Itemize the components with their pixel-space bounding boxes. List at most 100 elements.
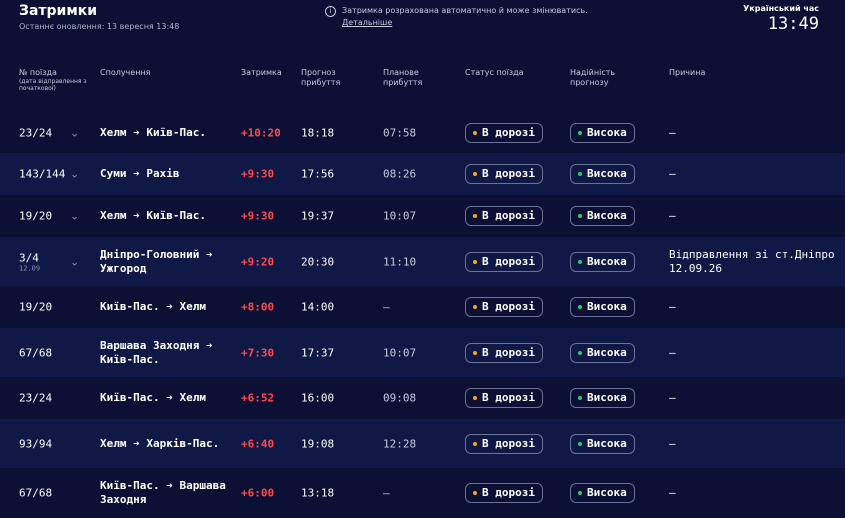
chevron-down-icon[interactable]: ⌄ xyxy=(70,126,79,139)
reliability-dot-icon xyxy=(578,441,582,446)
delay-reason: — xyxy=(669,300,676,313)
train-number: 19/20 xyxy=(19,209,53,223)
delay-value: +6:00 xyxy=(241,486,275,500)
reliability-dot-icon xyxy=(578,396,582,400)
status-dot-icon xyxy=(473,130,477,135)
delay-reason: — xyxy=(669,391,676,404)
reliability-badge: Висока xyxy=(570,206,635,226)
planned-arrival: 11:10 xyxy=(383,255,417,268)
status-badge: В дорозі xyxy=(465,342,543,363)
chevron-down-icon[interactable]: ⌄ xyxy=(70,168,79,181)
table-row[interactable]: 67/68 Варшава Заходня ➔ Київ-Пас. +7:30 17:… xyxy=(0,328,845,377)
delay-reason: — xyxy=(669,436,676,450)
delay-value: +9:20 xyxy=(241,255,275,268)
page-title: Затримки xyxy=(19,3,98,19)
status-badge: В дорозі xyxy=(465,164,543,184)
status-dot-icon xyxy=(473,305,477,309)
planned-arrival: 10:07 xyxy=(383,346,417,359)
details-link[interactable]: Детальніше xyxy=(342,18,588,27)
chevron-down-icon[interactable]: ⌄ xyxy=(70,210,79,223)
col-reason: Причина xyxy=(669,68,706,77)
notice-text: Затримка розрахована автоматично й може … xyxy=(342,6,588,15)
status-dot-icon xyxy=(473,172,477,176)
col-train-note: (дата відправлення з початкової) xyxy=(19,78,87,92)
delay-value: +6:40 xyxy=(241,437,275,450)
chevron-down-icon[interactable]: ⌄ xyxy=(70,255,79,268)
reliability-badge: Висока xyxy=(570,297,635,317)
planned-arrival: 10:07 xyxy=(383,209,417,223)
train-number: 19/20 xyxy=(19,300,53,314)
reliability-dot-icon xyxy=(578,172,582,176)
forecast-arrival: 17:56 xyxy=(301,167,335,181)
col-reliability: Надійність прогнозу xyxy=(570,68,616,87)
train-number: 67/68 xyxy=(19,486,53,500)
clock-time: 13:49 xyxy=(767,14,819,34)
table-row[interactable]: 143/144 ⌄ Суми ➔ Рахів +9:30 17:56 08:26 В дор… xyxy=(0,153,845,195)
reliability-dot-icon xyxy=(578,491,582,495)
forecast-arrival: 14:00 xyxy=(301,300,335,314)
planned-arrival: — xyxy=(383,486,390,500)
forecast-arrival: 19:37 xyxy=(301,209,335,223)
delay-reason: — xyxy=(669,125,676,139)
table-row[interactable]: 23/24 Київ-Пас. ➔ Хелм +6:52 16:00 09:08 В до… xyxy=(0,377,845,419)
forecast-arrival: 17:37 xyxy=(301,346,335,359)
status-dot-icon xyxy=(473,214,477,218)
status-badge: В дорозі xyxy=(465,297,543,317)
reliability-badge: Висока xyxy=(570,483,635,503)
forecast-arrival: 16:00 xyxy=(301,391,335,405)
delay-reason: — xyxy=(669,345,676,359)
col-train: № поїзда (дата відправлення з початкової… xyxy=(19,68,89,92)
status-dot-icon xyxy=(473,491,477,495)
status-dot-icon xyxy=(473,350,477,355)
clock-label: Український час xyxy=(743,4,819,13)
reliability-badge: Висока xyxy=(570,388,635,408)
table-row[interactable]: 19/20 ⌄ Хелм ➔ Київ-Пас. +9:30 19:37 10:07 В д… xyxy=(0,195,845,237)
status-dot-icon xyxy=(473,259,477,264)
delay-value: +7:30 xyxy=(241,346,275,359)
route: Хелм ➔ Київ-Пас. xyxy=(100,125,206,139)
col-planned: Планове прибуття xyxy=(383,68,423,87)
reliability-badge: Висока xyxy=(570,164,635,184)
status-badge: В дорозі xyxy=(465,388,543,408)
train-number: 143/144 xyxy=(19,167,66,181)
delay-reason: Відправлення зі ст.Дніпро 12.09.26 xyxy=(669,247,835,275)
planned-arrival: 09:08 xyxy=(383,391,417,405)
forecast-arrival: 20:30 xyxy=(301,255,335,268)
reliability-dot-icon xyxy=(578,214,582,218)
table-row[interactable]: 93/94 Хелм ➔ Харків-Пас. +6:40 19:08 12:28 В … xyxy=(0,419,845,468)
route: Хелм ➔ Харків-Пас. xyxy=(100,436,220,450)
departure-date: 12.09 xyxy=(19,264,41,272)
reliability-badge: Висока xyxy=(570,433,635,454)
status-dot-icon xyxy=(473,441,477,446)
col-delay: Затримка xyxy=(241,68,282,77)
train-number: 93/94 xyxy=(19,437,53,450)
route: Дніпро-Головний ➔ Ужгород xyxy=(100,247,213,275)
route: Хелм ➔ Київ-Пас. xyxy=(100,209,206,222)
reliability-dot-icon xyxy=(578,130,582,135)
route: Варшава Заходня ➔ Київ-Пас. xyxy=(100,338,213,366)
table-row[interactable]: 23/24 ⌄ Хелм ➔ Київ-Пас. +10:20 18:18 07:58 В … xyxy=(0,112,845,153)
planned-arrival: 12:28 xyxy=(383,437,417,450)
delay-reason: — xyxy=(669,167,676,180)
status-dot-icon xyxy=(473,396,477,400)
info-icon: i xyxy=(325,6,336,17)
reliability-badge: Висока xyxy=(570,251,635,272)
reliability-dot-icon xyxy=(578,350,582,355)
reliability-dot-icon xyxy=(578,259,582,264)
delay-reason: — xyxy=(669,486,676,499)
train-number: 67/68 xyxy=(19,346,53,359)
delay-value: +9:30 xyxy=(241,167,275,181)
forecast-arrival: 19:08 xyxy=(301,437,335,450)
status-badge: В дорозі xyxy=(465,206,543,226)
delay-value: +9:30 xyxy=(241,209,275,223)
forecast-arrival: 13:18 xyxy=(301,486,335,500)
planned-arrival: — xyxy=(383,300,390,314)
col-route: Сполучення xyxy=(100,68,151,77)
delay-notice: i Затримка розрахована автоматично й мож… xyxy=(325,6,588,27)
train-number: 23/24 xyxy=(19,126,53,139)
table-row[interactable]: 3/4 12.09 ⌄ Дніпро-Головний ➔ Ужгород +9:20 2… xyxy=(0,237,845,286)
table-row[interactable]: 67/68 Київ-Пас. ➔ Варшава Заходня +6:00 13:… xyxy=(0,468,845,518)
route: Київ-Пас. ➔ Хелм xyxy=(100,391,206,404)
planned-arrival: 08:26 xyxy=(383,167,417,181)
table-row[interactable]: 19/20 Київ-Пас. ➔ Хелм +8:00 14:00 — В дорозі… xyxy=(0,286,845,328)
